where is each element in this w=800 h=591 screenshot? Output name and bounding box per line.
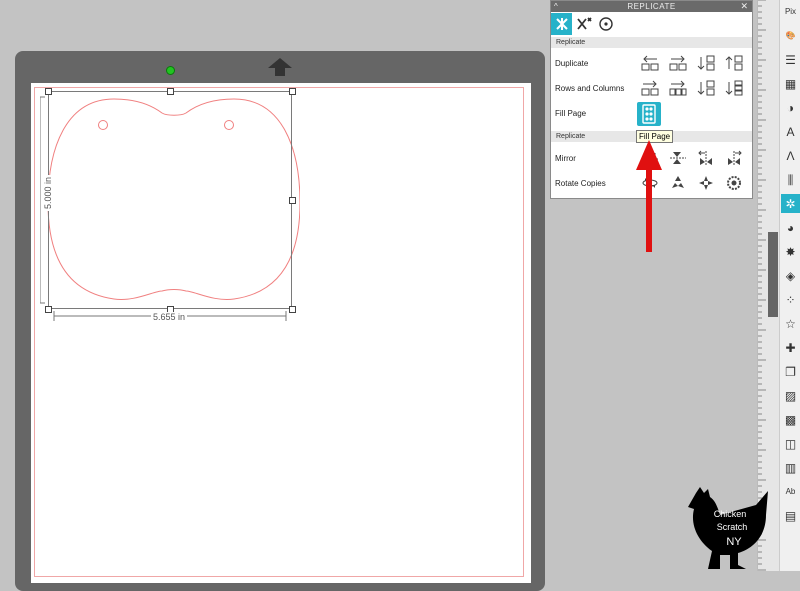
duplicate-below-button[interactable] bbox=[695, 53, 717, 73]
duplicate-left-button[interactable] bbox=[639, 53, 661, 73]
mirror-above-button[interactable] bbox=[667, 148, 689, 168]
resize-handle-bottom-left[interactable] bbox=[45, 306, 52, 313]
duplicate-right-icon bbox=[669, 55, 687, 71]
puzzle-icon[interactable]: ✚ bbox=[781, 338, 800, 357]
rotate-eight-icon bbox=[727, 176, 741, 190]
resize-handle-top-left[interactable] bbox=[45, 88, 52, 95]
rotate-four-copies-button[interactable] bbox=[695, 173, 717, 193]
star-icon[interactable]: ☆ bbox=[781, 314, 800, 333]
fill-page-button[interactable] bbox=[637, 102, 661, 126]
fill-page-icon bbox=[642, 104, 656, 124]
width-dimension-label: 5.655 in bbox=[151, 312, 188, 322]
rows-columns-label: Rows and Columns bbox=[555, 84, 625, 93]
right-toolbar: Pix 🎨 ☰ ▦ ◑ A Λ ⫼ ✲ ◕ ✸ ◈ ⁘ ☆ ✚ ❐ ▨ ▩ ◫ ▥ Ab ▤ bbox=[779, 0, 800, 571]
resize-handle-right[interactable] bbox=[289, 197, 296, 204]
modify-icon[interactable]: ✸ bbox=[781, 242, 800, 261]
duplicate-below-icon bbox=[697, 55, 715, 71]
row-of-three-button[interactable] bbox=[667, 78, 689, 98]
panel-title[interactable]: REPLICATE bbox=[551, 1, 752, 12]
mirror-left-button[interactable] bbox=[695, 148, 717, 168]
rotate-three-icon bbox=[672, 176, 684, 188]
load-direction-arrow-icon bbox=[268, 58, 292, 76]
red-annotation-arrow bbox=[636, 140, 662, 252]
logo-line-1: Chicken bbox=[714, 509, 747, 519]
height-dimension-label: 5.000 in bbox=[43, 174, 54, 212]
vertical-scrollbar[interactable] bbox=[768, 232, 778, 317]
mirror-right-button[interactable] bbox=[723, 148, 745, 168]
align-icon[interactable]: ⫼ bbox=[781, 170, 800, 189]
chicken-scratch-logo: Chicken Scratch NY bbox=[688, 487, 768, 569]
collapse-icon[interactable]: ^ bbox=[554, 1, 558, 12]
tab-advanced-replicate[interactable] bbox=[573, 13, 594, 35]
text-path-icon[interactable]: Λ bbox=[781, 146, 800, 165]
section-header-replicate: Replicate bbox=[551, 37, 752, 48]
transparency-icon[interactable]: ◑ bbox=[781, 98, 800, 117]
rotate-eight-copies-button[interactable] bbox=[723, 173, 745, 193]
duplicate-right-button[interactable] bbox=[667, 53, 689, 73]
resize-handle-bottom-right[interactable] bbox=[289, 306, 296, 313]
mirror-label: Mirror bbox=[555, 154, 576, 163]
layers-icon[interactable]: ❐ bbox=[781, 362, 800, 381]
logo-line-3: NY bbox=[726, 536, 742, 548]
logo-line-2: Scratch bbox=[717, 522, 748, 532]
row-of-two-icon bbox=[641, 80, 659, 96]
row-of-three-icon bbox=[669, 80, 687, 96]
mirror-left-icon bbox=[698, 150, 712, 165]
column-of-three-icon bbox=[725, 80, 743, 96]
duplicate-above-button[interactable] bbox=[723, 53, 745, 73]
mirror-above-icon bbox=[670, 152, 686, 164]
tab-radial-replicate[interactable] bbox=[595, 13, 616, 35]
resize-handle-top[interactable] bbox=[167, 88, 174, 95]
rotate-copies-label: Rotate Copies bbox=[555, 179, 606, 188]
trace-icon[interactable]: ⁘ bbox=[781, 290, 800, 309]
offset-icon[interactable]: ◈ bbox=[781, 266, 800, 285]
text-icon[interactable]: A bbox=[781, 122, 800, 141]
duplicate-left-icon bbox=[641, 55, 659, 71]
sketch-icon[interactable]: ▨ bbox=[781, 386, 800, 405]
replicate-tool-icon[interactable]: ✲ bbox=[781, 194, 800, 213]
mirror-right-icon bbox=[728, 150, 742, 165]
column-of-three-button[interactable] bbox=[723, 78, 745, 98]
line-style-icon[interactable]: ☰ bbox=[781, 50, 800, 69]
row-of-two-button[interactable] bbox=[639, 78, 661, 98]
close-icon[interactable]: ✕ bbox=[740, 1, 748, 12]
column-of-two-icon bbox=[697, 80, 715, 96]
column-of-two-button[interactable] bbox=[695, 78, 717, 98]
duplicate-label: Duplicate bbox=[555, 59, 589, 68]
wand-icon bbox=[576, 17, 592, 30]
fill-pattern-icon[interactable]: ▦ bbox=[781, 74, 800, 93]
duplicate-above-icon bbox=[725, 55, 743, 71]
fill-page-label: Fill Page bbox=[555, 109, 587, 118]
resize-handle-top-right[interactable] bbox=[289, 88, 296, 95]
pix-icon[interactable]: Pix bbox=[781, 2, 800, 21]
library-icon[interactable]: ▤ bbox=[781, 506, 800, 525]
palette-icon[interactable]: 🎨 bbox=[781, 26, 800, 45]
book-icon[interactable]: ▥ bbox=[781, 458, 800, 477]
rotate-four-icon bbox=[699, 176, 713, 190]
selection-box bbox=[48, 91, 292, 309]
tab-replicate[interactable] bbox=[551, 13, 572, 35]
transform-icon[interactable]: ◕ bbox=[781, 218, 800, 237]
3d-icon[interactable]: ◫ bbox=[781, 434, 800, 453]
font-icon[interactable]: Ab bbox=[781, 482, 800, 501]
rotate-handle[interactable] bbox=[166, 66, 175, 75]
target-icon bbox=[598, 17, 613, 31]
grid-icon[interactable]: ▩ bbox=[781, 410, 800, 429]
replicate-icon bbox=[555, 18, 568, 30]
rotate-three-copies-button[interactable] bbox=[667, 173, 689, 193]
